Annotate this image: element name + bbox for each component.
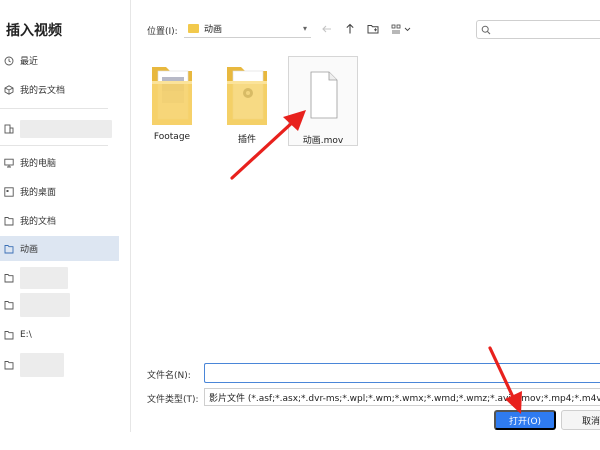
sidebar-item-my-computer[interactable]: 我的电脑 (0, 150, 119, 175)
folder-icon (4, 300, 14, 310)
filename-input[interactable] (204, 363, 600, 383)
drive-icon (4, 330, 14, 340)
back-button[interactable] (320, 22, 334, 36)
sidebar-item-label: E:\ (20, 329, 32, 340)
file-item-footage[interactable]: Footage (137, 63, 207, 142)
sidebar-divider (0, 108, 108, 109)
folder-icon (4, 360, 14, 370)
up-folder-button[interactable] (343, 22, 357, 36)
sidebar-item-label: 我的桌面 (20, 188, 57, 198)
building-icon (4, 124, 14, 134)
sidebar-item-my-documents[interactable]: 我的文档 (0, 208, 119, 233)
new-folder-icon (367, 25, 379, 34)
sidebar-item-drive-e[interactable]: E:\ (0, 322, 119, 347)
sidebar-item-team[interactable] (0, 116, 119, 141)
location-label: 位置(I): (147, 27, 178, 37)
sidebar-item-label: 最近 (20, 57, 39, 67)
redacted-label (20, 292, 70, 317)
sidebar-item-folder-2[interactable] (0, 292, 119, 317)
filename-label: 文件名(N): (147, 371, 191, 381)
filetype-dropdown[interactable]: 影片文件 (*.asf;*.asx;*.dvr-ms;*.wpl;*.wm;*.… (204, 388, 600, 406)
sidebar-divider (0, 145, 108, 146)
location-dropdown[interactable]: 动画 ▾ (184, 20, 311, 38)
desktop-icon (4, 186, 14, 197)
sidebar: 插入视频 最近 我的云文档 我的电脑 我的桌面 我的文档 动画 E:\ (0, 0, 131, 432)
search-input[interactable] (476, 20, 600, 39)
search-icon (481, 25, 491, 34)
cancel-button[interactable]: 取消 (561, 410, 600, 430)
folder-icon (225, 63, 269, 127)
documents-icon (4, 216, 14, 226)
file-name: 插件 (237, 135, 256, 145)
redacted-label (20, 119, 112, 138)
sidebar-item-label: 我的文档 (20, 217, 57, 227)
sidebar-item-animation[interactable]: 动画 (0, 236, 119, 261)
folder-icon (4, 244, 14, 254)
filetype-value: 影片文件 (*.asf;*.asx;*.dvr-ms;*.wpl;*.wm;*.… (209, 393, 600, 404)
chevron-down-icon: ▾ (302, 24, 307, 33)
dialog-title: 插入视频 (6, 23, 62, 39)
new-folder-button[interactable] (366, 22, 380, 36)
redacted-label (20, 266, 68, 289)
open-button[interactable]: 打开(O) (494, 410, 556, 430)
view-grid-icon (391, 24, 411, 34)
arrow-up-icon (346, 23, 354, 34)
clock-icon (4, 56, 14, 66)
cloud-doc-icon (4, 84, 14, 95)
video-file-icon (301, 64, 345, 128)
sidebar-item-folder-1[interactable] (0, 265, 119, 290)
sidebar-item-label: 动画 (20, 245, 39, 255)
sidebar-item-folder-3[interactable] (0, 352, 119, 377)
location-value: 动画 (204, 25, 223, 35)
computer-icon (4, 158, 14, 168)
folder-icon (150, 63, 194, 127)
sidebar-item-cloud-docs[interactable]: 我的云文档 (0, 77, 119, 102)
arrow-left-icon (322, 25, 331, 33)
sidebar-item-label: 我的电脑 (20, 159, 57, 169)
file-item-plugins[interactable]: 插件 (212, 63, 282, 145)
folder-icon (4, 273, 14, 283)
file-name: 动画.mov (302, 136, 344, 146)
folder-icon (188, 24, 199, 33)
view-mode-button[interactable] (391, 22, 413, 36)
sidebar-item-desktop[interactable]: 我的桌面 (0, 179, 119, 204)
file-name: Footage (153, 132, 191, 142)
filetype-label: 文件类型(T): (147, 395, 199, 405)
redacted-label (20, 352, 64, 377)
sidebar-item-label: 我的云文档 (20, 86, 66, 96)
file-item-animation-mov[interactable]: 动画.mov (288, 56, 358, 146)
sidebar-item-recent[interactable]: 最近 (0, 48, 119, 73)
